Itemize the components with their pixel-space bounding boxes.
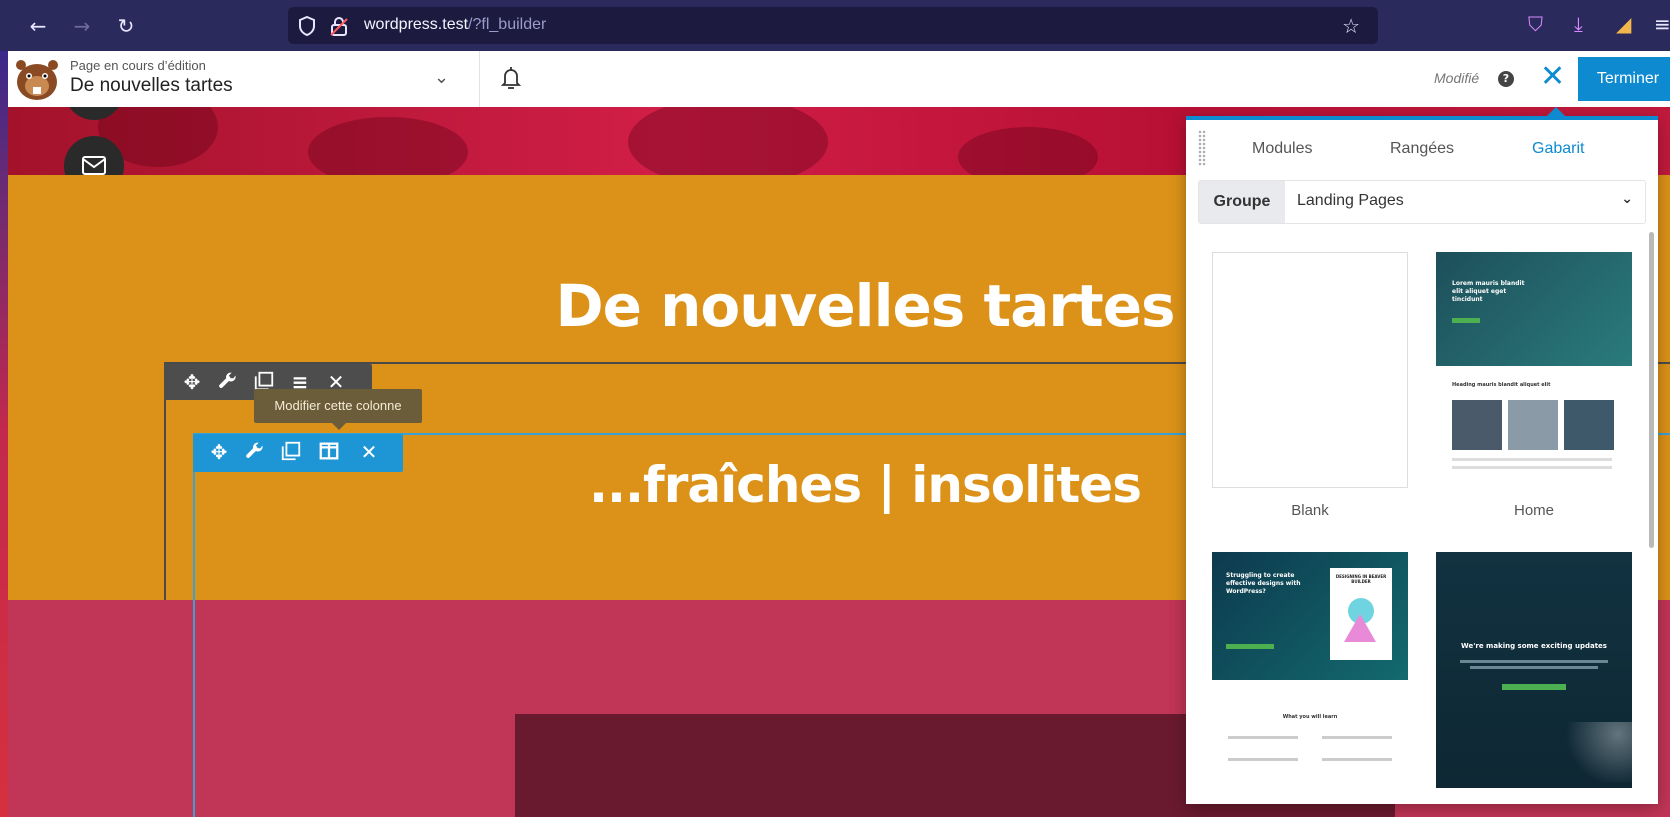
remove-column-icon[interactable]: ✕ bbox=[357, 440, 381, 464]
preview-hero-text: We're making some exciting updates bbox=[1461, 642, 1607, 650]
back-arrow-icon[interactable]: ← bbox=[24, 12, 52, 40]
extension-icon[interactable]: ◢ bbox=[1616, 12, 1631, 36]
modified-status: Modifié bbox=[1434, 70, 1480, 86]
duplicate-icon[interactable] bbox=[279, 440, 303, 464]
template-thumbnail bbox=[1212, 252, 1408, 488]
chevron-down-icon[interactable]: ⌄ bbox=[434, 67, 449, 88]
editing-label: Page en cours d’édition bbox=[70, 58, 206, 73]
template-thumbnail: We're making some exciting updates bbox=[1436, 552, 1632, 788]
lock-warning-icon[interactable] bbox=[328, 15, 350, 37]
done-button[interactable]: Terminer bbox=[1578, 57, 1670, 101]
url-path: /?fl_builder bbox=[468, 16, 547, 33]
shield-icon[interactable] bbox=[296, 15, 318, 37]
template-thumbnail: Struggling to create effective designs w… bbox=[1212, 552, 1408, 788]
preview-hero-text: Struggling to create effective designs w… bbox=[1226, 572, 1301, 595]
page-heading[interactable]: De nouvelles tartes bbox=[490, 272, 1240, 340]
group-value: Landing Pages bbox=[1297, 192, 1404, 209]
group-select[interactable]: Groupe Landing Pages ⌄ bbox=[1198, 180, 1646, 224]
bell-icon[interactable] bbox=[496, 63, 526, 93]
preview-hero-text: Lorem mauris blandit elit aliquet eget t… bbox=[1452, 280, 1525, 303]
tooltip-arrow bbox=[332, 423, 346, 430]
template-label: Home bbox=[1513, 502, 1554, 519]
reload-icon[interactable]: ↻ bbox=[112, 12, 140, 40]
tab-rows[interactable]: Rangées bbox=[1390, 140, 1454, 158]
template-label: Blank bbox=[1291, 502, 1329, 519]
template-blank[interactable]: Blank bbox=[1212, 252, 1408, 519]
scrollbar[interactable] bbox=[1649, 232, 1654, 548]
address-bar[interactable]: wordpress.test/?fl_builder ☆ bbox=[288, 7, 1378, 44]
move-icon[interactable]: ✥ bbox=[207, 440, 231, 464]
bookmark-star-icon[interactable]: ☆ bbox=[1342, 14, 1360, 38]
help-icon[interactable]: ? bbox=[1498, 71, 1514, 87]
group-label: Groupe bbox=[1199, 181, 1285, 223]
url-text: wordpress.test/?fl_builder bbox=[364, 16, 546, 34]
tooltip: Modifier cette colonne bbox=[254, 389, 422, 423]
beaver-logo-icon[interactable] bbox=[12, 56, 62, 102]
download-icon[interactable]: ⤓ bbox=[1574, 12, 1583, 36]
content-panel: Modules Rangées Gabarit Groupe Landing P… bbox=[1186, 116, 1658, 804]
preview-learn-text: What you will learn bbox=[1282, 714, 1338, 720]
browser-toolbar: ← → ↻ wordpress.test/?fl_builder ☆ ⛉ ⤓ ◢… bbox=[0, 0, 1670, 51]
panel-pointer bbox=[1544, 107, 1568, 119]
move-icon[interactable]: ✥ bbox=[180, 370, 204, 394]
template-landing-2[interactable]: We're making some exciting updates bbox=[1436, 552, 1632, 788]
tab-templates[interactable]: Gabarit bbox=[1532, 140, 1584, 158]
template-home[interactable]: Lorem mauris blandit elit aliquet eget t… bbox=[1436, 252, 1632, 519]
preview-book-text: DESIGNING IN BEAVER BUILDER bbox=[1335, 574, 1387, 584]
close-panel-icon[interactable]: ✕ bbox=[1540, 59, 1565, 94]
column-toolbar: ✥ ✕ bbox=[193, 434, 403, 472]
menu-icon[interactable]: ≡ bbox=[1654, 12, 1670, 36]
divider bbox=[479, 51, 480, 107]
page-title[interactable]: De nouvelles tartes bbox=[70, 75, 233, 97]
preview-heading-text: Heading mauris blandit aliquet elit bbox=[1452, 382, 1551, 388]
columns-icon[interactable] bbox=[317, 440, 341, 464]
url-host: wordpress.test bbox=[364, 16, 469, 33]
wrench-icon[interactable] bbox=[243, 440, 267, 464]
template-landing-1[interactable]: Struggling to create effective designs w… bbox=[1212, 552, 1408, 788]
chevron-down-icon: ⌄ bbox=[1621, 191, 1633, 207]
tab-modules[interactable]: Modules bbox=[1252, 140, 1312, 158]
panel-tabs: Modules Rangées Gabarit bbox=[1186, 120, 1658, 176]
builder-topbar: Page en cours d’édition De nouvelles tar… bbox=[8, 51, 1670, 119]
forward-arrow-icon[interactable]: → bbox=[68, 12, 96, 40]
template-thumbnail: Lorem mauris blandit elit aliquet eget t… bbox=[1436, 252, 1632, 488]
wrench-icon[interactable] bbox=[216, 370, 240, 394]
page-subheading[interactable]: ...fraîches | insolites bbox=[490, 456, 1240, 514]
pocket-icon[interactable]: ⛉ bbox=[1528, 12, 1543, 36]
window-edge bbox=[0, 51, 8, 817]
